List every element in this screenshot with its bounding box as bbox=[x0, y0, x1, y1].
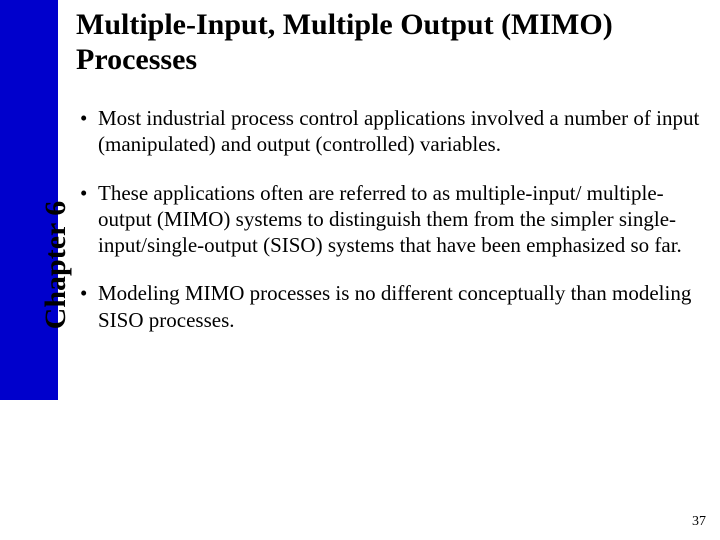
content-area: • Most industrial process control applic… bbox=[80, 105, 700, 355]
chapter-label: Chapter 6 bbox=[39, 185, 73, 345]
list-item: • Most industrial process control applic… bbox=[80, 105, 700, 158]
page-number: 37 bbox=[692, 514, 706, 530]
bullet-marker: • bbox=[80, 105, 98, 158]
list-item: • These applications often are referred … bbox=[80, 180, 700, 259]
bullet-marker: • bbox=[80, 280, 98, 333]
bullet-text: Modeling MIMO processes is no different … bbox=[98, 280, 700, 333]
bullet-text: Most industrial process control applicat… bbox=[98, 105, 700, 158]
slide-title: Multiple-Input, Multiple Output (MIMO) P… bbox=[76, 8, 696, 77]
bullet-marker: • bbox=[80, 180, 98, 259]
list-item: • Modeling MIMO processes is no differen… bbox=[80, 280, 700, 333]
bullet-text: These applications often are referred to… bbox=[98, 180, 700, 259]
